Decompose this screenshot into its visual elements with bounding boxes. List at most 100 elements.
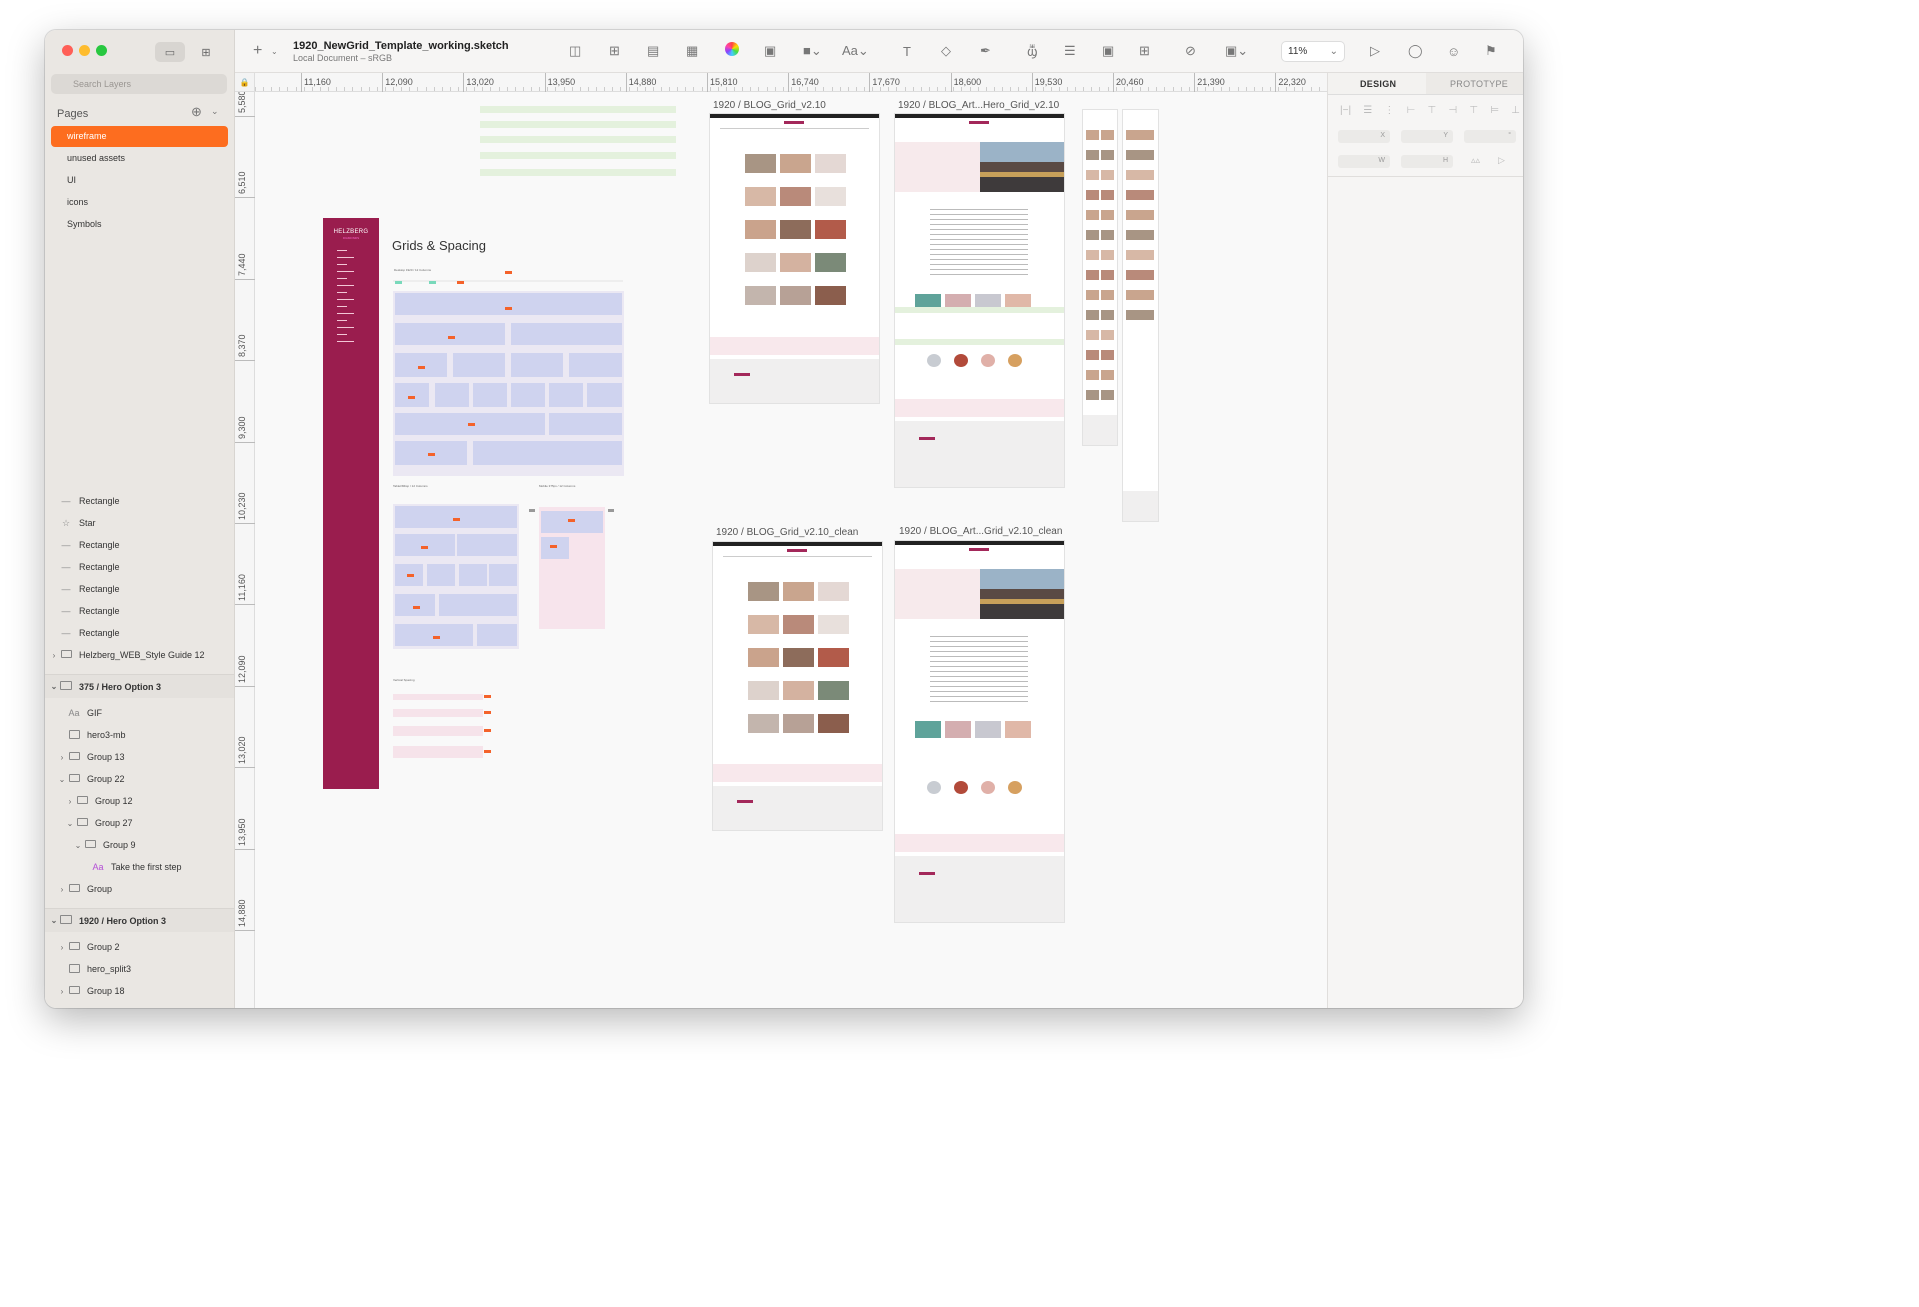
layer-row[interactable]: ⌄ Group 9	[45, 835, 234, 855]
layer-row[interactable]: › Helzberg_WEB_Style Guide 12	[45, 645, 234, 665]
flip-vertical-icon[interactable]: ▷	[1498, 155, 1505, 166]
artboard-mobile[interactable]	[1083, 110, 1117, 445]
layer-row[interactable]: hero3-mb	[45, 725, 234, 745]
layer-row[interactable]: — Rectangle	[45, 579, 234, 599]
artboard-title[interactable]: 1920 / BLOG_Art...Hero_Grid_v2.10	[898, 100, 1059, 111]
align-bottom-icon[interactable]: ⊥	[1511, 105, 1520, 119]
layer-row[interactable]: — Rectangle	[45, 601, 234, 621]
crop-icon[interactable]: ⊞	[1139, 42, 1150, 60]
disclosure-chevron-icon[interactable]: ›	[57, 943, 67, 952]
artboard-blog-article[interactable]	[895, 114, 1064, 487]
layer-row[interactable]: › Group	[45, 879, 234, 899]
canvas[interactable]: HELZBERG DIAMONDS Grids & Spacing Deskto…	[255, 92, 1327, 1008]
shape-icon[interactable]: ■⌄	[803, 42, 822, 60]
minimize-window-button[interactable]	[79, 45, 90, 56]
align-top-icon[interactable]: ⊤	[1469, 105, 1478, 119]
flip-horizontal-icon[interactable]: ▵▵	[1471, 155, 1480, 166]
close-window-button[interactable]	[62, 45, 73, 56]
disclosure-chevron-icon[interactable]: ⌄	[73, 841, 83, 850]
play-icon[interactable]: ▷	[1370, 42, 1380, 60]
align-center-icon[interactable]: ⊤	[1428, 105, 1437, 119]
resize-icon[interactable]: ▣⌄	[1225, 42, 1248, 60]
artboard-blog-grid-clean[interactable]	[713, 542, 882, 830]
layer-row[interactable]: hero_split3	[45, 959, 234, 979]
image-icon[interactable]: ▣	[764, 42, 776, 60]
align-middle-icon[interactable]: ⊨	[1490, 105, 1499, 119]
distribute-horizontal-icon[interactable]: ☰	[1363, 105, 1372, 119]
layer-row[interactable]: ☆ Star	[45, 513, 234, 533]
align-left-icon[interactable]: |−|	[1340, 105, 1351, 119]
layer-row[interactable]: — Rectangle	[45, 557, 234, 577]
component-icon[interactable]: ◇	[941, 42, 951, 60]
disclosure-chevron-icon[interactable]: ›	[49, 651, 59, 660]
layer-row[interactable]: › Group 12	[45, 791, 234, 811]
create-symbol-icon[interactable]: ◫	[569, 42, 581, 60]
disclosure-chevron-icon[interactable]: ⌄	[49, 916, 59, 925]
chevron-down-icon[interactable]: ⌄	[211, 106, 219, 117]
text-tool-icon[interactable]: T	[903, 42, 911, 60]
disclosure-chevron-icon[interactable]: ⌄	[57, 775, 67, 784]
layer-row[interactable]: — Rectangle	[45, 535, 234, 555]
artboard-title[interactable]: 1920 / BLOG_Grid_v2.10	[713, 100, 826, 111]
layer-row[interactable]: › Group 13	[45, 747, 234, 767]
layer-row[interactable]: › Group 18	[45, 981, 234, 1001]
disclosure-chevron-icon[interactable]: ›	[57, 753, 67, 762]
search-layers-input[interactable]: Search Layers	[51, 74, 227, 94]
artboard-title[interactable]: 1920 / BLOG_Grid_v2.10_clean	[716, 527, 858, 538]
insert-chevron-icon[interactable]: ⌄	[271, 42, 278, 60]
layer-row[interactable]: ⌄ Group 27	[45, 813, 234, 833]
disclosure-chevron-icon[interactable]: ›	[57, 987, 67, 996]
layer-row[interactable]: Aa GIF	[45, 703, 234, 723]
page-item[interactable]: Symbols	[51, 214, 228, 235]
zoom-window-button[interactable]	[96, 45, 107, 56]
artboard-blog-grid[interactable]	[710, 114, 879, 403]
columns-icon[interactable]: ▤	[647, 42, 659, 60]
disclosure-chevron-icon[interactable]: ⌄	[65, 819, 75, 828]
disclosure-chevron-icon[interactable]: ⌄	[49, 682, 59, 691]
page-item[interactable]: wireframe	[51, 126, 228, 147]
layer-row[interactable]: ⌄ 375 / Hero Option 3	[45, 674, 234, 698]
layer-row[interactable]: Aa Take the first step	[45, 857, 234, 877]
layer-row[interactable]: › Group 2	[45, 937, 234, 957]
layer-row[interactable]: — Rectangle	[45, 491, 234, 511]
text-style-icon[interactable]: Aa⌄	[842, 42, 869, 60]
tab-design[interactable]: DESIGN	[1360, 79, 1396, 89]
user-share-icon[interactable]: ☺	[1447, 42, 1460, 60]
insert-plus-icon[interactable]: +	[253, 42, 262, 60]
distribute-icon[interactable]: ☰	[1064, 42, 1076, 60]
align-left-edge-icon[interactable]: ⊢	[1407, 105, 1416, 119]
mask-icon[interactable]: ▣	[1102, 42, 1114, 60]
bell-icon[interactable]: ⚑	[1485, 42, 1497, 60]
table-icon[interactable]: ▦	[686, 42, 698, 60]
artboard-blog-article-clean[interactable]	[895, 541, 1064, 922]
disabled-pen-icon[interactable]: ⊘	[1185, 42, 1196, 60]
comment-icon[interactable]: ◯	[1408, 42, 1423, 60]
artboard-title[interactable]: 1920 / BLOG_Art...Grid_v2.10_clean	[899, 526, 1062, 537]
color-wheel-icon[interactable]	[725, 42, 739, 56]
sidebar-toggle-icon[interactable]: ▭	[155, 42, 185, 62]
tab-prototype[interactable]: PROTOTYPE	[1450, 79, 1508, 89]
disclosure-chevron-icon[interactable]: ›	[65, 797, 75, 806]
x-field[interactable]: X	[1338, 130, 1390, 143]
pen-tool-icon[interactable]: ✒	[980, 42, 991, 60]
page-item[interactable]: UI	[51, 170, 228, 191]
artboard-mobile[interactable]	[1123, 110, 1158, 521]
align-bottom-icon[interactable]: ⳃ	[1027, 42, 1038, 60]
align-right-icon[interactable]: ⊣	[1448, 105, 1457, 119]
zoom-select[interactable]: 11% ⌄	[1281, 41, 1345, 62]
y-field[interactable]: Y	[1401, 130, 1453, 143]
disclosure-chevron-icon[interactable]: ›	[57, 885, 67, 894]
page-item[interactable]: icons	[51, 192, 228, 213]
ruler-lock-icon[interactable]: 🔒	[235, 73, 255, 92]
more-icon[interactable]: ⋮	[1384, 105, 1394, 119]
add-page-icon[interactable]: ⊕	[191, 104, 202, 120]
components-grid-icon[interactable]: ⊞	[191, 42, 221, 62]
style-guide-sidebar[interactable]: HELZBERG DIAMONDS	[323, 218, 379, 789]
grid-layout-icon[interactable]: ⊞	[609, 42, 620, 60]
rotation-field[interactable]: °	[1464, 130, 1516, 143]
layer-row[interactable]: ⌄ Group 22	[45, 769, 234, 789]
width-field[interactable]: W	[1338, 155, 1390, 168]
page-item[interactable]: unused assets	[51, 148, 228, 169]
height-field[interactable]: H	[1401, 155, 1453, 168]
layer-row[interactable]: — Rectangle	[45, 623, 234, 643]
